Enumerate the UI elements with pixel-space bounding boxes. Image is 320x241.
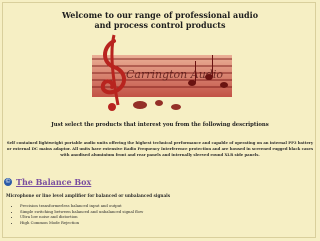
balance-box-link[interactable]: The Balance Box: [16, 177, 91, 187]
intro-paragraph: Self contained lightweight portable audi…: [6, 140, 314, 157]
company-logo: Carrington Audio: [84, 33, 234, 116]
section-balance-box[interactable]: © The Balance Box: [4, 176, 91, 188]
feature-list: Precision transformerless balanced input…: [14, 203, 143, 225]
section-description: Microphone or line level amplifier for b…: [6, 193, 171, 198]
title-line-1: Welcome to our range of professional aud…: [61, 10, 259, 20]
page-title: Welcome to our range of professional aud…: [0, 10, 320, 30]
products-subheading: Just select the products that interest y…: [51, 122, 269, 128]
treble-clef-staff-logo-icon: Carrington Audio: [92, 34, 232, 111]
title-line-2: and process control products: [94, 20, 226, 30]
feature-item: High Common Mode Rejection: [20, 220, 143, 226]
c-bullet-icon: ©: [4, 178, 12, 186]
